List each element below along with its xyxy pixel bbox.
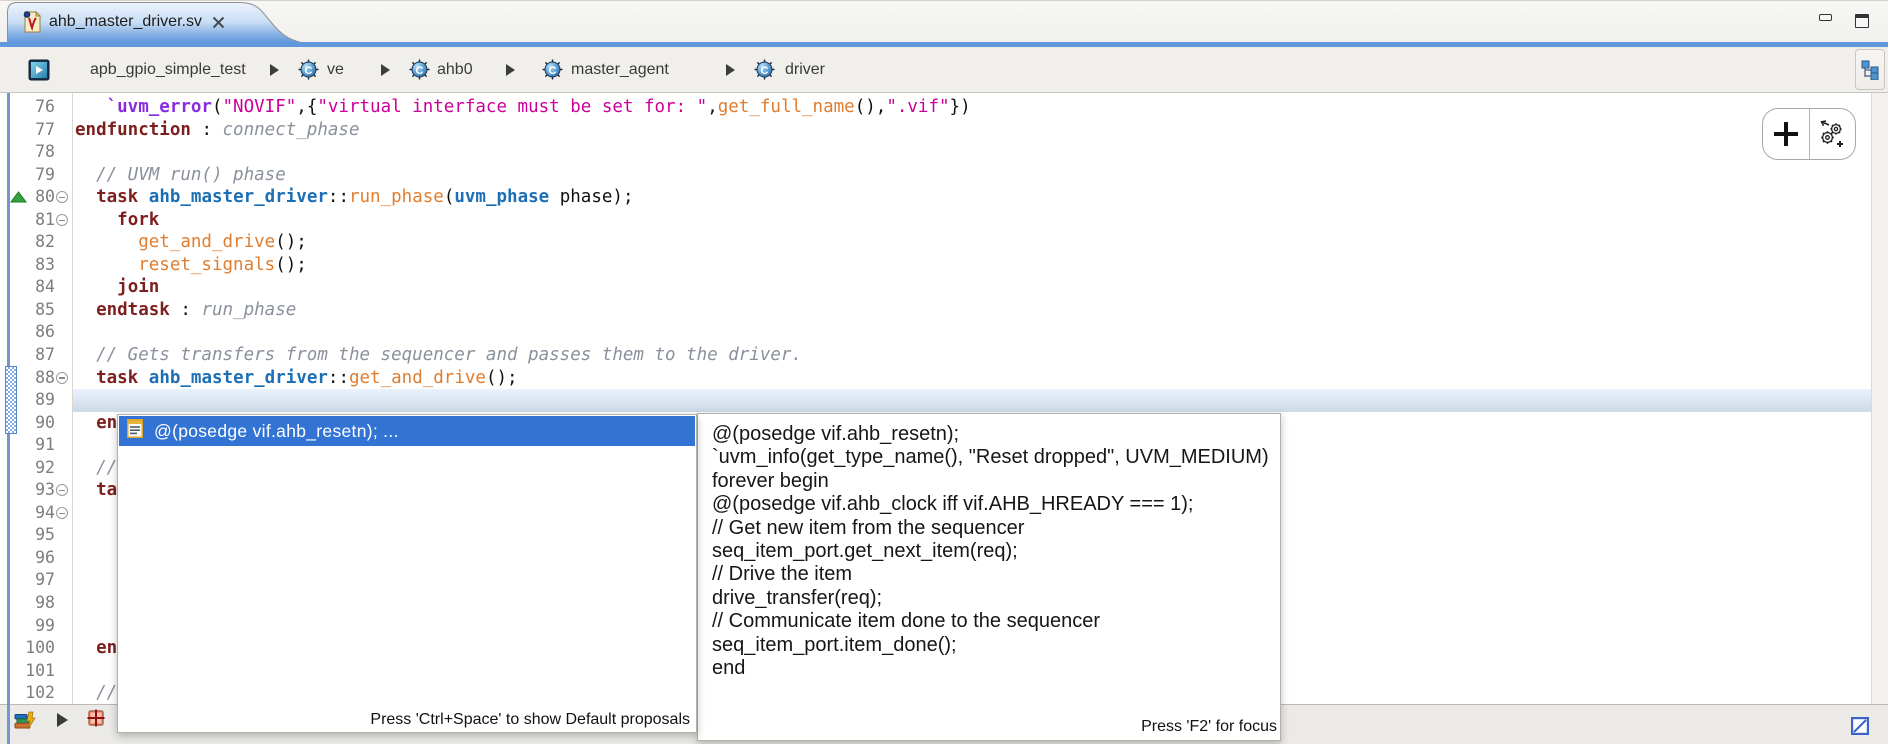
editor-tab-bar: ahb_master_driver.sv	[0, 0, 1888, 42]
svg-text:C: C	[549, 65, 557, 77]
code-line-82[interactable]: 82 get_and_drive();	[0, 231, 1871, 254]
code-text: // UVM run() phase	[72, 164, 1871, 187]
overlay-button-group	[1762, 108, 1856, 160]
completion-popup: @(posedge vif.ahb_resetn); ... Press 'Ct…	[117, 414, 697, 733]
systemverilog-file-icon	[23, 11, 41, 33]
class-icon[interactable]: C	[409, 47, 430, 92]
line-number: 97	[0, 569, 72, 592]
svg-text:C: C	[416, 65, 424, 77]
breadcrumb-item-ve[interactable]: ve	[327, 47, 344, 92]
gutter-separator	[72, 93, 73, 704]
line-number: 98	[0, 592, 72, 615]
code-line-84[interactable]: 84 join	[0, 276, 1871, 299]
line-number: 91	[0, 434, 72, 457]
line-number: 102	[0, 682, 72, 704]
svg-text:C: C	[305, 65, 313, 77]
breadcrumb-separator-icon	[270, 47, 279, 92]
line-number: 77	[0, 119, 72, 142]
breadcrumb: apb_gpio_simple_test C ve	[0, 47, 1888, 93]
code-text: reset_signals();	[72, 254, 1871, 277]
tab-close-icon[interactable]	[207, 11, 229, 33]
code-line-81[interactable]: 81 fork	[0, 209, 1871, 232]
code-line-79[interactable]: 79 // UVM run() phase	[0, 164, 1871, 187]
line-number: 85	[0, 299, 72, 322]
preview-popup-hint: Press 'F2' for focus	[1141, 718, 1277, 736]
code-text	[72, 389, 1871, 412]
line-number: 99	[0, 615, 72, 638]
class-icon[interactable]: C	[754, 47, 775, 92]
svg-text:C: C	[761, 65, 769, 77]
tab-title: ahb_master_driver.sv	[49, 13, 202, 31]
maximize-icon[interactable]	[1855, 14, 1869, 28]
breadcrumb-item-apb_gpio_simple_test[interactable]: apb_gpio_simple_test	[90, 47, 246, 92]
line-number: 79	[0, 164, 72, 187]
line-number: 100	[0, 637, 72, 660]
breadcrumb-item-master_agent[interactable]: master_agent	[571, 47, 669, 92]
line-number: 87	[0, 344, 72, 367]
plus-icon	[1774, 122, 1798, 146]
code-text	[72, 321, 1871, 344]
line-number: 86	[0, 321, 72, 344]
line-number: 92	[0, 457, 72, 480]
configure-button[interactable]	[1809, 109, 1856, 159]
breadcrumb-item-ahb0[interactable]: ahb0	[437, 47, 473, 92]
code-line-77[interactable]: 77endfunction : connect_phase	[0, 119, 1871, 142]
code-text: // Gets transfers from the sequencer and…	[72, 344, 1871, 367]
completion-item[interactable]: @(posedge vif.ahb_resetn); ...	[119, 416, 695, 446]
fold-minus-icon[interactable]	[56, 372, 68, 384]
range-indicator	[5, 366, 17, 434]
breadcrumb-tree-icon[interactable]	[1855, 49, 1885, 90]
code-text: endtask : run_phase	[72, 299, 1871, 322]
minimize-icon[interactable]	[1819, 14, 1832, 21]
code-text: join	[72, 276, 1871, 299]
class-icon[interactable]: C	[542, 47, 563, 92]
add-button[interactable]	[1763, 109, 1809, 159]
code-text: get_and_drive();	[72, 231, 1871, 254]
fold-minus-icon[interactable]	[56, 214, 68, 226]
progress-indicator-icon[interactable]	[1851, 717, 1869, 740]
code-text: `uvm_error("NOVIF",{"virtual interface m…	[72, 96, 1871, 119]
breadcrumb-item-driver[interactable]: driver	[785, 47, 825, 92]
completion-popup-hint: Press 'Ctrl+Space' to show Default propo…	[370, 711, 690, 729]
library-books-icon[interactable]	[14, 710, 37, 735]
line-number: 78	[0, 141, 72, 164]
template-preview-popup: @(posedge vif.ahb_resetn); `uvm_info(get…	[697, 413, 1281, 741]
breadcrumb-separator-icon	[506, 47, 515, 92]
template-preview-code: @(posedge vif.ahb_resetn); `uvm_info(get…	[712, 423, 1269, 680]
red-grid-icon[interactable]	[87, 709, 105, 732]
testbench-run-icon[interactable]	[28, 47, 50, 92]
code-line-89[interactable]: 89	[0, 389, 1871, 412]
fold-minus-icon[interactable]	[56, 507, 68, 519]
editor-tab[interactable]: ahb_master_driver.sv	[7, 2, 304, 43]
line-number: 101	[0, 660, 72, 683]
code-line-78[interactable]: 78	[0, 141, 1871, 164]
line-number: 76	[0, 96, 72, 119]
template-icon	[127, 419, 143, 443]
completion-item-label: @(posedge vif.ahb_resetn); ...	[154, 421, 399, 442]
code-text: task ahb_master_driver::run_phase(uvm_ph…	[72, 186, 1871, 209]
line-number: 82	[0, 231, 72, 254]
code-text: task ahb_master_driver::get_and_drive();	[72, 367, 1871, 390]
overview-ruler[interactable]	[1871, 93, 1888, 704]
class-icon[interactable]: C	[298, 47, 319, 92]
code-text: fork	[72, 209, 1871, 232]
line-number: 83	[0, 254, 72, 277]
play-icon[interactable]	[57, 713, 68, 727]
breadcrumb-separator-icon	[381, 47, 390, 92]
code-line-76[interactable]: 76 `uvm_error("NOVIF",{"virtual interfac…	[0, 96, 1871, 119]
gears-configure-icon	[1817, 119, 1847, 149]
breadcrumb-separator-icon	[726, 47, 735, 92]
line-number: 84	[0, 276, 72, 299]
code-line-88[interactable]: 88 task ahb_master_driver::get_and_drive…	[0, 367, 1871, 390]
line-number: 96	[0, 547, 72, 570]
code-line-80[interactable]: 80 task ahb_master_driver::run_phase(uvm…	[0, 186, 1871, 209]
code-line-83[interactable]: 83 reset_signals();	[0, 254, 1871, 277]
last-edit-arrow-icon	[10, 190, 27, 208]
code-text	[72, 141, 1871, 164]
code-line-87[interactable]: 87 // Gets transfers from the sequencer …	[0, 344, 1871, 367]
code-line-86[interactable]: 86	[0, 321, 1871, 344]
line-number: 95	[0, 524, 72, 547]
code-text: endfunction : connect_phase	[72, 119, 1871, 142]
code-line-85[interactable]: 85 endtask : run_phase	[0, 299, 1871, 322]
